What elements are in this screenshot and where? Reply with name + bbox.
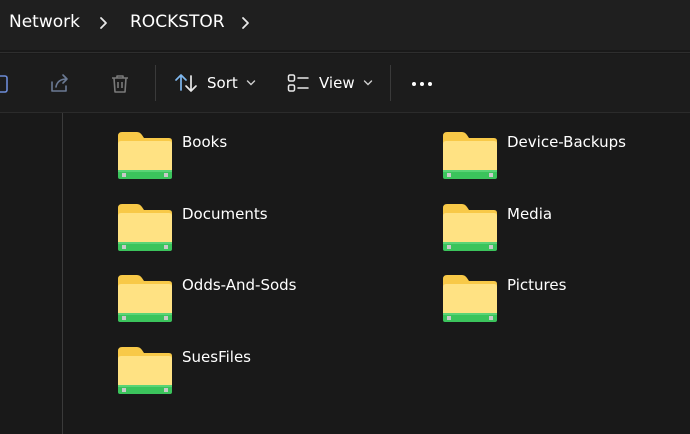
network-folder-icon [118,132,172,179]
chevron-right-icon[interactable] [238,13,254,33]
breadcrumb-rockstor[interactable]: ROCKSTOR [130,12,225,32]
toolbar-divider [155,65,156,101]
folder-name: Pictures [507,276,567,294]
sort-button[interactable]: Sort [174,68,256,98]
folder-item[interactable]: Media [442,204,690,264]
chevron-right-icon[interactable] [96,13,112,33]
more-icon[interactable] [411,73,433,95]
view-button[interactable]: View [287,68,373,98]
network-folder-icon [118,275,172,322]
folder-item[interactable]: Device-Backups [442,132,690,192]
copy-path-icon[interactable] [0,73,16,95]
address-bar-divider [0,52,690,53]
command-bar: Sort View [0,54,690,112]
folder-name: Device-Backups [507,133,626,151]
view-label: View [319,74,355,92]
chevron-down-icon [363,80,372,86]
sort-label: Sort [207,74,238,92]
folder-name: Odds-And-Sods [182,276,297,294]
folder-view: Books Device-Backups Documents Media Odd… [63,113,690,434]
network-folder-icon [443,275,497,322]
folder-item[interactable]: SuesFiles [117,347,417,407]
toolbar-divider [390,65,391,101]
view-icon [287,74,309,92]
breadcrumb-network[interactable]: Network [9,12,80,32]
folder-item[interactable]: Pictures [442,275,690,335]
share-icon[interactable] [49,73,71,95]
folder-name: Media [507,205,553,223]
delete-icon[interactable] [109,73,131,95]
folder-name: Books [182,133,228,151]
folder-item[interactable]: Odds-And-Sods [117,275,417,335]
chevron-down-icon [246,80,255,86]
folder-name: Documents [182,205,268,223]
network-folder-icon [118,347,172,394]
navigation-pane[interactable] [0,113,62,434]
network-folder-icon [443,132,497,179]
network-folder-icon [118,204,172,251]
network-folder-icon [443,204,497,251]
folder-item[interactable]: Documents [117,204,417,264]
address-bar[interactable]: Network ROCKSTOR [0,0,690,50]
folder-name: SuesFiles [182,348,251,366]
folder-item[interactable]: Books [117,132,417,192]
sort-icon [175,74,197,92]
